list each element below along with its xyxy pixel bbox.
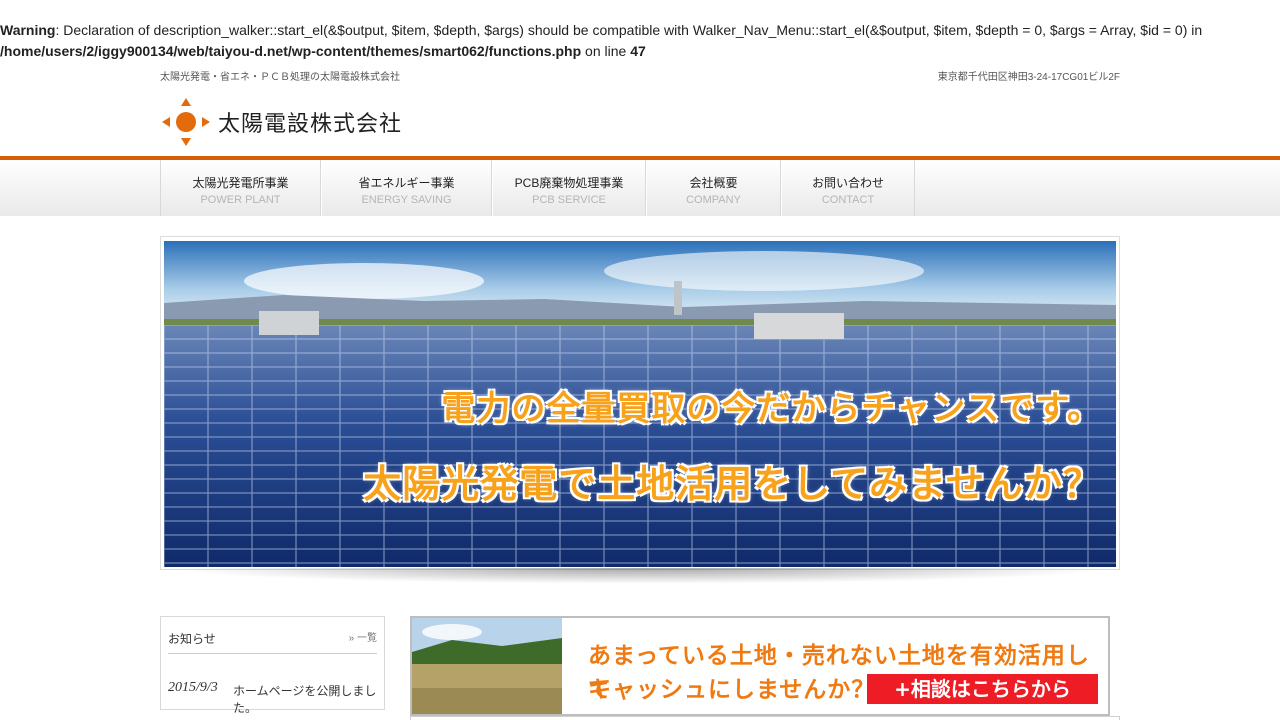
hero-shadow [168, 568, 1112, 584]
nav-item-energy-saving[interactable]: 省エネルギー事業 ENERGY SAVING [321, 160, 492, 216]
news-more-link[interactable]: » 一覧 [349, 629, 377, 644]
nav-label-en: CONTACT [821, 194, 875, 206]
consultation-button[interactable]: +相談はこちらから [867, 674, 1098, 704]
nav-label-ja: お問い合わせ [811, 176, 884, 190]
nav-label-ja: 省エネルギー事業 [358, 176, 455, 190]
main-navigation: 太陽光発電所事業 POWER PLANT 省エネルギー事業 ENERGY SAV… [0, 156, 1280, 216]
hero-subheadline: 太陽光発電で土地活用をしてみませんか？ [363, 462, 1102, 506]
php-warning: Warning: Declaration of description_walk… [0, 20, 1280, 62]
field-illustration [412, 618, 562, 714]
nav-label-ja: 太陽光発電所事業 [192, 176, 289, 190]
header-topline: 太陽光発電・省エネ・ＰＣＢ処理の太陽電設株式会社 東京都千代田区神田3-24-1… [160, 66, 1120, 83]
company-address: 東京都千代田区神田3-24-17CG01ビル2F [937, 72, 1120, 83]
nav-label-en: COMPANY [686, 194, 741, 206]
warning-label: Warning [0, 22, 56, 38]
nav-item-power-plant[interactable]: 太陽光発電所事業 POWER PLANT [160, 160, 321, 216]
hero-slider: 電力の全量買取の今だからチャンスです。 太陽光発電で土地活用をしてみませんか？ [160, 236, 1120, 570]
nav-label-ja: 会社概要 [689, 176, 738, 190]
banner-subheadline: キャッシュにしませんか？ [588, 677, 876, 703]
site-logo[interactable]: 太陽電設株式会社 [160, 94, 420, 150]
warning-on-line: on line [581, 43, 631, 59]
logo-text: 太陽電設株式会社 [218, 112, 403, 137]
nav-label-en: ENERGY SAVING [361, 194, 452, 206]
nav-item-company[interactable]: 会社概要 COMPANY [646, 160, 781, 216]
nav-item-contact[interactable]: お問い合わせ CONTACT [781, 160, 915, 216]
field-photo [412, 618, 562, 714]
news-item-link[interactable]: ホームページを公開しました。 [233, 682, 384, 716]
news-divider [168, 653, 377, 654]
news-box: お知らせ » 一覧 2015/9/3 ホームページを公開しました。 [160, 616, 385, 715]
warning-message: : Declaration of description_walker::sta… [55, 22, 1203, 38]
nav-label-en: POWER PLANT [200, 194, 281, 206]
nav-label-ja: PCB廃棄物処理事業 [514, 176, 624, 190]
solar-field-image: 電力の全量買取の今だからチャンスです。 太陽光発電で土地活用をしてみませんか？ [164, 241, 1116, 567]
nav-item-pcb-service[interactable]: PCB廃棄物処理事業 PCB SERVICE [492, 160, 646, 216]
banner-underline [410, 716, 1120, 720]
news-title: お知らせ [168, 632, 216, 646]
sun-logo-icon [162, 98, 210, 146]
consultation-banner[interactable]: あまっている土地・売れない土地を有効活用して キャッシュにしませんか？ +相談は… [410, 616, 1110, 716]
warning-line-number: 47 [630, 43, 646, 59]
nav-label-en: PCB SERVICE [532, 194, 606, 206]
warning-file: /home/users/2/iggy900134/web/taiyou-d.ne… [0, 43, 582, 59]
news-date: 2015/9/3 [168, 680, 218, 695]
hero-headline: 電力の全量買取の今だからチャンスです。 [441, 389, 1102, 429]
site-tagline: 太陽光発電・省エネ・ＰＣＢ処理の太陽電設株式会社 [160, 72, 400, 83]
